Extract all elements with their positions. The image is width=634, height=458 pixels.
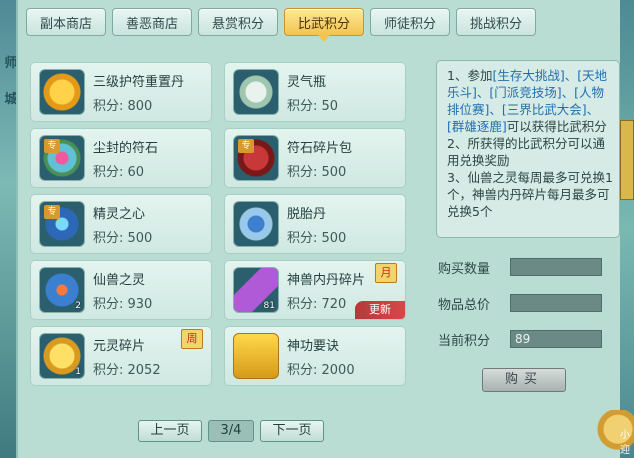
- skill-book-icon: [233, 333, 279, 379]
- item-count: 2: [75, 301, 81, 311]
- buy-button[interactable]: 购买: [482, 368, 566, 392]
- beast-core-shard-icon: 81: [233, 267, 279, 313]
- item-name: 脱胎丹: [287, 207, 327, 222]
- page-indicator: 3/4: [208, 420, 254, 442]
- spirit-vase-icon: [233, 69, 279, 115]
- shop-window: 副本商店 善恶商店 悬赏积分 比武积分 师徒积分 挑战积分 三级护符重置丹 积分…: [16, 0, 622, 458]
- item-name: 神功要诀: [287, 339, 340, 354]
- item-points: 积分: 2052: [93, 363, 161, 378]
- item-card[interactable]: 脱胎丹 积分: 500: [224, 194, 406, 254]
- rule-2: 2、所获得的比武积分可以通用兑换奖励: [447, 136, 605, 168]
- item-card[interactable]: 三级护符重置丹 积分: 800: [30, 62, 212, 122]
- item-name: 神兽内丹碎片: [287, 273, 366, 288]
- rule-1: 1、参加[生存大挑战]、[天地乐斗]、[门派竞技场]、[人物排位赛]、[三界比武…: [447, 67, 613, 135]
- next-page-button[interactable]: 下一页: [260, 420, 324, 442]
- item-card[interactable]: 81 神兽内丹碎片 积分: 720 月 更新: [224, 260, 406, 320]
- item-name: 元灵碎片: [93, 339, 146, 354]
- item-points: 积分: 60: [93, 165, 145, 180]
- item-card[interactable]: 专 符石碎片包 积分: 500: [224, 128, 406, 188]
- weekly-limit-badge: 周: [181, 329, 203, 349]
- elf-heart-icon: 专: [39, 201, 85, 247]
- rule-3: 3、仙兽之灵每周最多可兑换1个，神兽内丹碎片每月最多可兑换5个: [447, 170, 613, 219]
- item-points: 积分: 800: [93, 99, 153, 114]
- tab-duel-points[interactable]: 比武积分: [284, 8, 364, 42]
- item-points: 积分: 2000: [287, 363, 355, 378]
- new-tag: 更新: [355, 301, 405, 319]
- amulet-pill-icon: [39, 69, 85, 115]
- tab-karma-shop[interactable]: 善恶商店: [112, 8, 192, 36]
- mascot-label: 小迎: [620, 430, 630, 456]
- monthly-limit-badge: 月: [375, 263, 397, 283]
- prev-page-button[interactable]: 上一页: [138, 420, 202, 442]
- item-count: 1: [75, 367, 81, 377]
- right-scenery: 小迎: [594, 0, 634, 458]
- tab-challenge-points[interactable]: 挑战积分: [456, 8, 536, 36]
- tab-mentor-points[interactable]: 师徒积分: [370, 8, 450, 36]
- rune-stone-icon: 专: [39, 135, 85, 181]
- item-points: 积分: 720: [287, 297, 347, 312]
- qty-label: 购买数量: [438, 262, 491, 277]
- item-card[interactable]: 专 精灵之心 积分: 500: [30, 194, 212, 254]
- rebirth-pill-icon: [233, 201, 279, 247]
- item-name: 尘封的符石: [93, 141, 159, 156]
- tab-bar: 副本商店 善恶商店 悬赏积分 比武积分 师徒积分 挑战积分: [26, 8, 536, 42]
- item-name: 精灵之心: [93, 207, 146, 222]
- item-points: 积分: 50: [287, 99, 339, 114]
- item-name: 三级护符重置丹: [93, 75, 185, 90]
- item-points: 积分: 500: [93, 231, 153, 246]
- item-card[interactable]: 1 元灵碎片 积分: 2052 周: [30, 326, 212, 386]
- pager: 上一页 3/4 下一页: [138, 420, 324, 442]
- beast-spirit-icon: 2: [39, 267, 85, 313]
- qty-field[interactable]: [510, 258, 602, 276]
- exclusive-tag: 专: [44, 139, 60, 153]
- exclusive-tag: 专: [44, 205, 60, 219]
- item-name: 灵气瓶: [287, 75, 327, 90]
- item-name: 仙兽之灵: [93, 273, 146, 288]
- item-card[interactable]: 神功要诀 积分: 2000: [224, 326, 406, 386]
- spirit-shard-icon: 1: [39, 333, 85, 379]
- item-points: 积分: 500: [287, 231, 347, 246]
- tab-bounty-points[interactable]: 悬赏积分: [198, 8, 278, 36]
- rule-1-lead: 1、参加: [447, 68, 493, 83]
- total-label: 物品总价: [438, 298, 491, 313]
- side-ornament-icon: [620, 120, 634, 200]
- tab-dungeon-shop[interactable]: 副本商店: [26, 8, 106, 36]
- rule-1-tail: 可以获得比武积分: [506, 119, 607, 134]
- item-points: 积分: 500: [287, 165, 347, 180]
- item-card[interactable]: 灵气瓶 积分: 50: [224, 62, 406, 122]
- item-points: 积分: 930: [93, 297, 153, 312]
- item-grid: 三级护符重置丹 积分: 800 灵气瓶 积分: 50 专 尘封的符石 积分: 6…: [30, 62, 424, 386]
- current-points-label: 当前积分: [438, 334, 491, 349]
- item-card[interactable]: 2 仙兽之灵 积分: 930: [30, 260, 212, 320]
- item-card[interactable]: 专 尘封的符石 积分: 60: [30, 128, 212, 188]
- exclusive-tag: 专: [238, 139, 254, 153]
- item-count: 81: [263, 301, 275, 311]
- current-points-field: 89: [510, 330, 602, 348]
- rune-shard-bag-icon: 专: [233, 135, 279, 181]
- rules-panel: 1、参加[生存大挑战]、[天地乐斗]、[门派竞技场]、[人物排位赛]、[三界比武…: [436, 60, 620, 238]
- item-name: 符石碎片包: [287, 141, 353, 156]
- total-field: [510, 294, 602, 312]
